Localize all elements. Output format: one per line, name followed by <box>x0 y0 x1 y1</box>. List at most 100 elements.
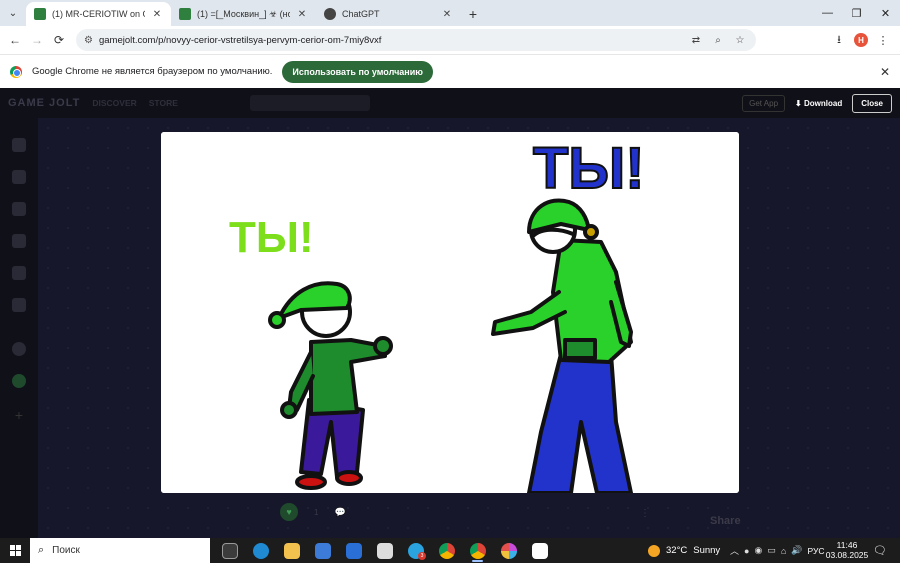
tab-moskvin[interactable]: (1) =[_Москвин_] ☣ (нойз АНТИ ✕ <box>171 2 316 26</box>
edge-app[interactable] <box>247 538 274 563</box>
sidebar-chat-icon[interactable] <box>12 266 26 280</box>
zoom-icon[interactable]: ⌕ <box>710 35 726 46</box>
chrome-icon <box>438 542 455 559</box>
chrome-icon <box>469 542 486 559</box>
kebab-menu-icon[interactable]: ⋮ <box>874 34 892 47</box>
artwork-background <box>161 132 739 493</box>
edge-icon <box>252 542 269 559</box>
back-button[interactable]: ← <box>4 29 26 51</box>
capcut-app-2[interactable] <box>526 538 553 563</box>
store-icon <box>314 542 331 559</box>
share-button[interactable]: Share <box>710 515 741 527</box>
close-icon[interactable]: ✕ <box>296 9 308 20</box>
maximize-button[interactable]: ❐ <box>842 0 871 26</box>
url-text[interactable]: gamejolt.com/p/novyy-cerior-vstretilsya-… <box>99 35 682 46</box>
site-search-input[interactable] <box>249 95 370 111</box>
bookmark-star-icon[interactable]: ☆ <box>732 35 748 46</box>
telegram-app[interactable]: 3 <box>402 538 429 563</box>
site-sidebar: + <box>0 118 38 538</box>
start-button[interactable] <box>0 538 30 563</box>
new-tab-button[interactable]: + <box>461 2 485 26</box>
network-icon[interactable]: ⌂ <box>781 546 786 556</box>
reload-button[interactable]: ⟳ <box>48 29 70 51</box>
file-explorer-app[interactable] <box>278 538 305 563</box>
search-placeholder: Поиск <box>52 545 80 556</box>
tab-chatgpt[interactable]: ChatGPT ✕ <box>316 2 461 26</box>
sidebar-add-icon[interactable]: + <box>12 408 26 422</box>
capcut-app[interactable] <box>371 538 398 563</box>
close-icon[interactable]: ✕ <box>441 9 453 20</box>
gamejolt-logo[interactable]: GAME JOLT <box>8 97 80 109</box>
mail-icon <box>345 542 362 559</box>
sun-icon <box>648 544 660 557</box>
chevron-up-icon[interactable]: ︿ <box>730 544 739 557</box>
get-app-button[interactable]: Get App <box>742 94 786 112</box>
artwork-text-right: ТЫ! <box>533 136 645 201</box>
lightbox-image[interactable]: ТЫ! ТЫ! <box>161 132 739 493</box>
post-actions: ♥ 1 💬 <box>280 503 346 521</box>
volume-icon[interactable]: 🔊 <box>791 545 802 556</box>
chatgpt-favicon-icon <box>324 8 336 20</box>
lightbox-close-button[interactable]: Close <box>852 93 892 113</box>
sidebar-bag-icon[interactable] <box>12 202 26 216</box>
download-button[interactable]: ⬇ Download <box>791 96 846 111</box>
sidebar-grid-icon[interactable] <box>12 298 26 312</box>
profile-avatar[interactable]: H <box>854 33 868 47</box>
close-icon[interactable]: ✕ <box>151 9 163 20</box>
toolbar-right: ⭳ H ⋮ <box>830 31 896 50</box>
telegram-badge: 3 <box>418 552 426 560</box>
forward-button[interactable]: → <box>26 29 48 51</box>
address-bar[interactable]: ⚙ gamejolt.com/p/novyy-cerior-vstretilsy… <box>76 29 756 51</box>
window-close-button[interactable]: ✕ <box>871 0 900 26</box>
pinwheel-app[interactable] <box>495 538 522 563</box>
gamejolt-favicon-icon <box>179 8 191 20</box>
set-default-button[interactable]: Использовать по умолчанию <box>282 60 433 83</box>
sidebar-community-icon[interactable] <box>12 234 26 248</box>
sidebar-avatar-icon[interactable] <box>12 342 26 356</box>
clock-date: 03.08.2025 <box>825 550 869 560</box>
task-view-button[interactable] <box>216 538 243 563</box>
notification-center-icon[interactable]: 🗨 <box>873 544 887 557</box>
sidebar-home-icon[interactable] <box>12 138 26 152</box>
site-header: GAME JOLT DISCOVER STORE Get App ⬇ Downl… <box>0 88 900 118</box>
infobar-close-icon[interactable]: ✕ <box>880 65 890 79</box>
tab-title: (1) MR-CERIOTIW on Game Jolt <box>52 9 145 19</box>
chrome-icon <box>10 65 22 78</box>
chrome-app-active[interactable] <box>464 538 491 563</box>
sidebar-community-green-icon[interactable] <box>12 374 26 388</box>
chrome-app[interactable] <box>433 538 460 563</box>
tab-gamejolt[interactable]: (1) MR-CERIOTIW on Game Jolt ✕ <box>26 2 171 26</box>
windows-logo-icon <box>9 545 21 556</box>
sidebar-store-icon[interactable] <box>12 170 26 184</box>
small-character-left-shoe <box>295 474 327 490</box>
more-options-icon[interactable]: ⋮ <box>640 508 650 519</box>
site-info-icon[interactable]: ⚙ <box>84 35 93 46</box>
taskbar-apps: 3 <box>216 538 553 563</box>
taskbar-clock[interactable]: 11:46 03.08.2025 <box>825 540 869 560</box>
search-icon: ⌕ <box>38 544 45 556</box>
store-app[interactable] <box>309 538 336 563</box>
capcut-icon <box>376 542 393 559</box>
tray-app-2-icon[interactable]: ◉ <box>754 545 762 556</box>
comment-icon[interactable]: 💬 <box>334 507 345 518</box>
chevron-down-icon: ⌄ <box>8 7 18 19</box>
taskbar-search[interactable]: ⌕ Поиск <box>30 538 210 563</box>
page-viewport: GAME JOLT DISCOVER STORE Get App ⬇ Downl… <box>0 88 900 538</box>
weather-widget[interactable]: 32°C Sunny <box>648 538 720 563</box>
language-indicator[interactable]: РУС <box>807 546 824 556</box>
mail-app[interactable] <box>340 538 367 563</box>
folder-icon <box>283 542 300 559</box>
minimize-button[interactable]: — <box>813 0 842 26</box>
translate-icon[interactable]: ⇄ <box>688 35 704 46</box>
nav-discover[interactable]: DISCOVER <box>92 98 136 108</box>
artwork-text-left: ТЫ! <box>229 213 314 262</box>
clock-time: 11:46 <box>836 540 858 550</box>
like-button[interactable]: ♥ <box>280 503 298 521</box>
battery-icon[interactable]: ▭ <box>767 545 776 556</box>
tab-search-menu[interactable]: ⌄ <box>0 0 26 26</box>
nav-store[interactable]: STORE <box>149 98 178 108</box>
tab-title: ChatGPT <box>342 9 380 19</box>
download-icon[interactable]: ⭳ <box>830 31 848 50</box>
tray-app-icon[interactable]: ● <box>744 546 749 556</box>
windows-taskbar: ⌕ Поиск 3 32°C Sunny ︿ ● ◉ ▭ ⌂ 🔊 РУС 11:… <box>0 538 900 563</box>
